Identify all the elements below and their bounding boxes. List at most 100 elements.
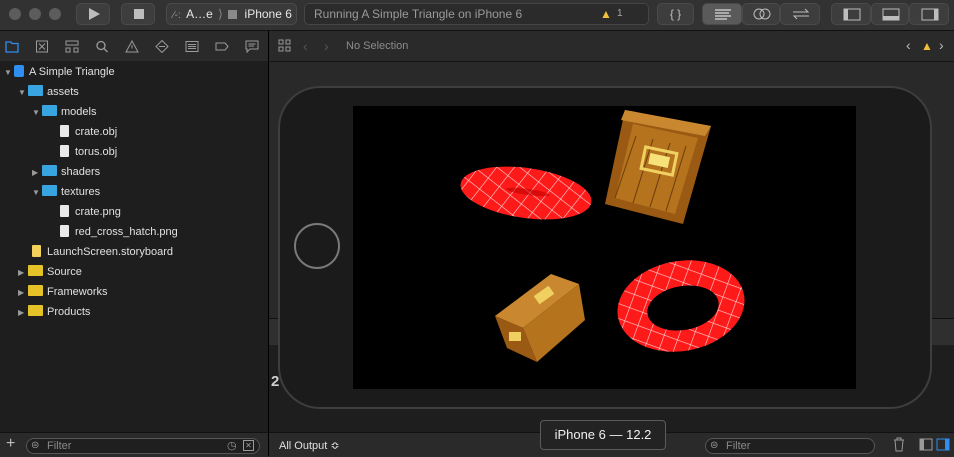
tree-row-products[interactable]: ▶ Products [18, 302, 90, 322]
add-file-button[interactable]: + [6, 435, 15, 453]
braces-icon: { } [669, 7, 682, 21]
warning-count: 1 [617, 8, 623, 19]
library-button[interactable]: { } [657, 3, 694, 25]
venn-icon [753, 8, 771, 20]
tree-row-launchscreen[interactable]: LaunchScreen.storyboard [32, 242, 173, 262]
tree-row-textures[interactable]: ▼ textures [32, 182, 100, 202]
lines-icon [715, 9, 731, 20]
toggle-navigator-button[interactable] [831, 3, 871, 25]
tree-row-crate-png[interactable]: crate.png [60, 202, 121, 222]
tree-row-torus-obj[interactable]: torus.obj [60, 142, 117, 162]
tree-label: shaders [61, 166, 101, 178]
tree-row-red-cross-hatch-png[interactable]: red_cross_hatch.png [60, 222, 178, 242]
forward-arrow-icon[interactable]: › [324, 38, 329, 54]
variables-view-toggle[interactable] [919, 438, 933, 456]
jump-bar-label: No Selection [346, 40, 409, 52]
source-control-filter-icon[interactable]: ✕ [243, 440, 254, 451]
folder-icon [28, 305, 43, 316]
image-file-icon [60, 225, 69, 237]
disclosure-closed-icon: ▶ [18, 308, 25, 317]
version-editor-button[interactable] [780, 3, 820, 25]
previous-issue-icon[interactable]: ‹ [906, 37, 911, 53]
find-navigator-tab[interactable] [95, 40, 109, 53]
tree-label: models [61, 106, 97, 118]
tree-row-models[interactable]: ▼ models [32, 102, 96, 122]
console-view-toggle[interactable] [936, 438, 950, 456]
toggle-debug-area-button[interactable] [871, 3, 909, 25]
left-panel-icon [843, 8, 861, 21]
disclosure-open-icon: ▼ [32, 108, 40, 117]
tree-row-crate-obj[interactable]: crate.obj [60, 122, 117, 142]
project-name: A Simple Triangle [29, 66, 115, 78]
tree-label: assets [47, 86, 79, 98]
debug-navigator-tab[interactable] [185, 40, 199, 53]
tree-row-assets[interactable]: ▼ assets [18, 82, 79, 102]
assistant-editor-button[interactable] [742, 3, 780, 25]
stop-button[interactable] [121, 3, 155, 25]
tree-label: torus.obj [75, 146, 118, 158]
scheme-name: A…e [186, 7, 213, 21]
navigator-selector-bar [0, 31, 268, 62]
navigator-filter-bar: + ⊜ Filter ◷ ✕ [0, 432, 268, 457]
folder-icon [42, 185, 57, 196]
simulator-device-label: iPhone 6 — 12.2 [540, 420, 666, 450]
standard-editor-button[interactable] [702, 3, 742, 25]
console-filter-field[interactable]: ⊜ Filter [705, 438, 875, 454]
disclosure-open-icon: ▼ [18, 88, 26, 97]
home-button[interactable] [294, 223, 340, 269]
scheme-selector[interactable]: ⁄-: A…e ⟩ iPhone 6 [166, 3, 297, 25]
crate-model-small [495, 274, 585, 362]
x-square-icon [36, 40, 48, 53]
navigator-filter-field[interactable]: ⊜ Filter ◷ ✕ [26, 438, 260, 454]
tree-row-shaders[interactable]: ▶ shaders [32, 162, 100, 182]
torus-model-ring [617, 260, 745, 352]
simulator-screen[interactable] [353, 106, 856, 389]
file-icon [60, 125, 69, 137]
filter-placeholder: Filter [47, 440, 72, 452]
disclosure-open-icon: ▼ [4, 68, 12, 77]
tree-label: crate.obj [75, 126, 118, 138]
run-button[interactable] [76, 3, 110, 25]
source-control-navigator-tab[interactable] [35, 40, 49, 53]
toggle-inspector-button[interactable] [909, 3, 949, 25]
test-navigator-tab[interactable] [155, 39, 169, 54]
folder-icon [42, 165, 57, 176]
storyboard-file-icon [32, 245, 41, 257]
close-window-button[interactable] [9, 8, 21, 20]
play-icon [89, 8, 100, 20]
back-arrow-icon[interactable]: ‹ [303, 38, 308, 54]
report-navigator-tab[interactable] [245, 40, 259, 54]
arrows-icon [792, 8, 810, 20]
tree-row-frameworks[interactable]: ▶ Frameworks [18, 282, 108, 302]
right-panel-icon [921, 8, 939, 21]
breakpoint-navigator-tab[interactable] [215, 40, 229, 53]
output-selector[interactable]: All Output ≎ [279, 439, 340, 452]
activity-viewer[interactable]: Running A Simple Triangle on iPhone 6 ▲ … [304, 3, 649, 25]
gauge-lines-icon [185, 41, 199, 52]
symbol-navigator-tab[interactable] [65, 40, 79, 53]
search-icon [96, 40, 108, 53]
next-issue-icon[interactable]: › [939, 37, 944, 53]
bottom-panel-icon [882, 8, 900, 21]
tree-row-source[interactable]: ▶ Source [18, 262, 82, 282]
torus-model-flat [460, 166, 592, 220]
trash-icon[interactable] [892, 436, 906, 457]
minimize-window-button[interactable] [29, 8, 41, 20]
file-icon [60, 145, 69, 157]
project-navigator-tab[interactable] [5, 40, 19, 53]
folder-icon [28, 265, 43, 276]
zoom-window-button[interactable] [49, 8, 61, 20]
filter-icon: ⊜ [710, 440, 719, 451]
chevron-right-icon: ⟩ [218, 7, 223, 21]
stop-icon [134, 9, 144, 19]
issue-navigator-tab[interactable] [125, 39, 139, 53]
warning-triangle-icon [125, 39, 139, 53]
tree-label: textures [61, 186, 101, 198]
tree-label: crate.png [75, 206, 121, 218]
tree-row-project[interactable]: ▼ A Simple Triangle [4, 62, 115, 82]
recent-files-icon[interactable]: ◷ [227, 439, 237, 453]
editor-jump-bar: ‹ › No Selection ‹ ▲ › [269, 31, 954, 62]
related-items-icon[interactable] [278, 39, 291, 55]
warning-icon[interactable]: ▲ [921, 39, 933, 53]
tree-label: red_cross_hatch.png [75, 226, 178, 238]
